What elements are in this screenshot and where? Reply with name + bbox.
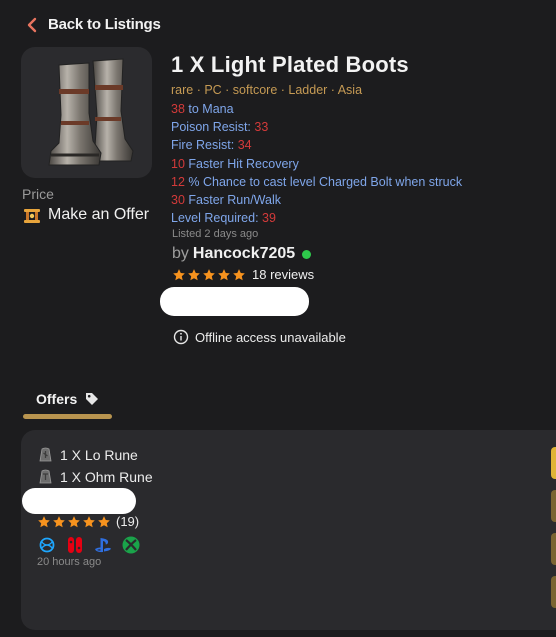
battlenet-icon xyxy=(39,537,55,553)
rune-icon xyxy=(39,447,52,462)
offer-item-label: 1 X Ohm Rune xyxy=(60,468,153,485)
redacted-block xyxy=(22,488,136,514)
offer-item: 1 X Lo Rune xyxy=(37,446,138,463)
offer-action-button[interactable] xyxy=(551,533,556,565)
stat-line: 30 Faster Run/Walk xyxy=(171,193,281,208)
offline-notice-text: Offline access unavailable xyxy=(195,329,346,345)
item-title: 1 X Light Plated Boots xyxy=(171,52,409,77)
star-icon xyxy=(53,515,65,527)
trade-icon xyxy=(24,209,40,223)
offer-action-button[interactable] xyxy=(551,576,556,608)
seller-stars xyxy=(172,268,246,282)
stat-line: 38 to Mana xyxy=(171,102,234,116)
offer-time: 20 hours ago xyxy=(37,556,102,568)
star-icon xyxy=(233,268,245,280)
nintendo-switch-icon xyxy=(68,537,82,553)
offline-notice: Offline access unavailable xyxy=(173,329,346,345)
price-value-row: Make an Offer xyxy=(22,206,149,224)
offer-action-button[interactable] xyxy=(551,490,556,522)
rune-icon xyxy=(39,469,52,484)
offer-action-button[interactable] xyxy=(551,447,556,479)
xbox-icon xyxy=(122,536,140,554)
star-icon xyxy=(68,515,80,527)
seller-rating[interactable]: 18 reviews xyxy=(172,267,314,282)
back-label: Back to Listings xyxy=(48,16,161,33)
tab-offers-label: Offers xyxy=(36,391,78,407)
tab-offers[interactable]: Offers xyxy=(36,391,99,407)
tab-active-indicator xyxy=(23,414,112,419)
seller-info: by Hancock7205 xyxy=(172,245,312,263)
star-icon xyxy=(98,515,110,527)
star-icon xyxy=(218,268,230,280)
star-icon xyxy=(203,268,215,280)
stat-line: 12 % Chance to cast level Charged Bolt w… xyxy=(171,174,463,189)
star-icon xyxy=(83,515,95,527)
stat-line: Poison Resist: 33 xyxy=(171,120,269,135)
price-value: Make an Offer xyxy=(48,206,150,223)
offer-stars xyxy=(37,515,111,529)
tag-icon xyxy=(86,393,99,405)
stat-line: Level Required: 39 xyxy=(171,211,276,226)
item-image xyxy=(21,47,152,178)
seller-by-label: by xyxy=(172,245,189,262)
back-to-listings-link[interactable]: Back to Listings xyxy=(26,16,161,33)
online-status-dot xyxy=(302,249,312,259)
star-icon xyxy=(188,268,200,280)
price-label: Price xyxy=(22,186,54,202)
seller-review-count: 18 reviews xyxy=(252,267,315,282)
chevron-left-icon xyxy=(27,17,37,32)
stat-line: 10 Faster Hit Recovery xyxy=(171,156,299,171)
seller-name-link[interactable]: Hancock7205 xyxy=(193,245,295,263)
offer-review-count: (19) xyxy=(116,514,140,529)
star-icon xyxy=(38,515,50,527)
offer-item: 1 X Ohm Rune xyxy=(37,468,153,485)
boots-icon xyxy=(47,58,134,166)
info-icon xyxy=(173,329,189,345)
item-stats: 38 to Mana Poison Resist: 33 Fire Resist… xyxy=(171,100,462,227)
listed-time: Listed 2 days ago xyxy=(172,228,259,240)
playstation-icon xyxy=(95,538,111,553)
stat-line: Fire Resist: 34 xyxy=(171,138,252,153)
offer-item-label: 1 X Lo Rune xyxy=(60,446,138,463)
offer-buyer-rating: (19) xyxy=(37,514,139,529)
star-icon xyxy=(173,268,185,280)
listing-page: Back to Listings Price Make an Offer 1 X… xyxy=(0,0,556,637)
offer-platforms xyxy=(37,535,141,555)
item-meta: rare · PC · softcore · Ladder · Asia xyxy=(171,83,363,97)
redacted-block xyxy=(160,287,309,316)
